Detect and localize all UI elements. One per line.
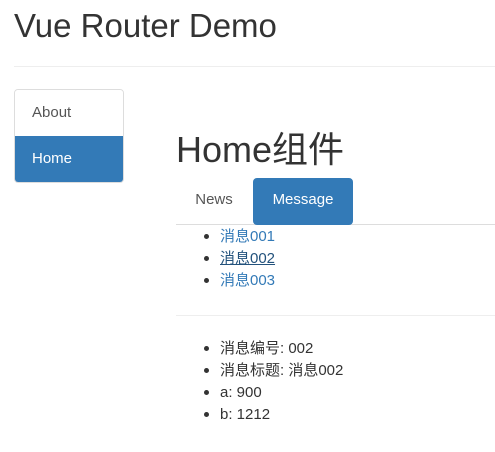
- detail-message-title: 消息标题: 消息002: [203, 360, 343, 382]
- sidebar-item-home[interactable]: Home: [15, 136, 123, 182]
- sidebar-item-about[interactable]: About: [15, 90, 123, 136]
- tab-bar: News Message: [176, 178, 495, 225]
- home-heading: Home组件: [176, 129, 345, 170]
- tab-message[interactable]: Message: [253, 178, 353, 225]
- page-title: Vue Router Demo: [14, 7, 277, 44]
- sidebar-nav: About Home: [14, 89, 124, 183]
- list-item: 消息002: [203, 248, 275, 270]
- message-list: 消息001 消息002 消息003: [203, 226, 275, 292]
- content-divider: [176, 315, 495, 316]
- message-link-003[interactable]: 消息003: [220, 272, 275, 289]
- list-item: 消息001: [203, 226, 275, 248]
- detail-message-id: 消息编号: 002: [203, 338, 343, 360]
- message-link-002[interactable]: 消息002: [220, 250, 275, 267]
- message-link-001[interactable]: 消息001: [220, 228, 275, 245]
- list-item: 消息003: [203, 270, 275, 292]
- detail-param-a: a: 900: [203, 382, 343, 404]
- detail-param-b: b: 1212: [203, 404, 343, 426]
- message-detail-list: 消息编号: 002 消息标题: 消息002 a: 900 b: 1212: [203, 338, 343, 426]
- tab-news[interactable]: News: [182, 178, 246, 225]
- header-divider: [14, 66, 495, 67]
